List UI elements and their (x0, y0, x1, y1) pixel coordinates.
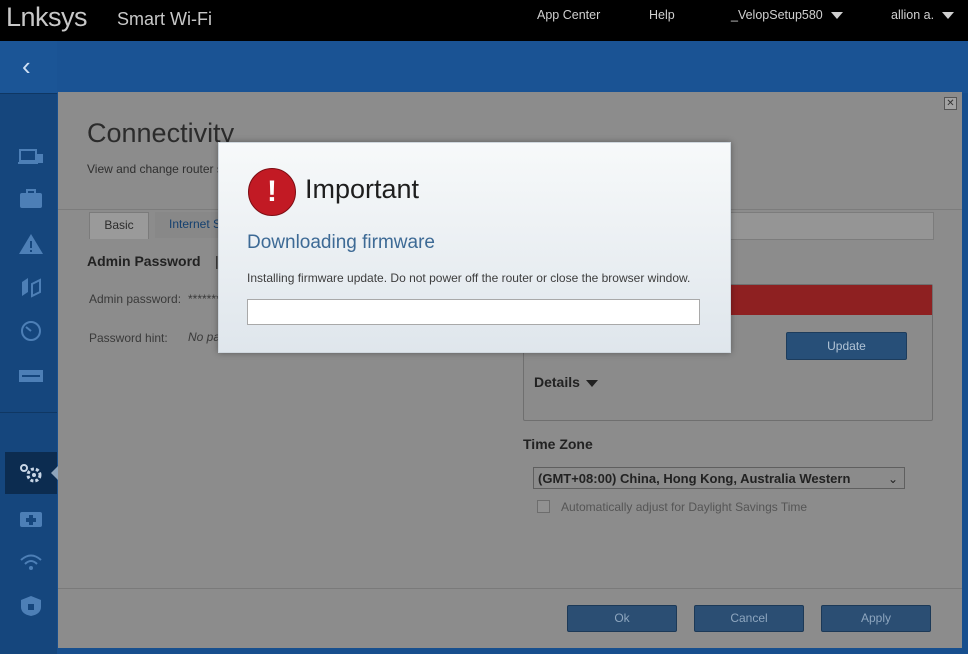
dialog-message: Installing firmware update. Do not power… (247, 271, 691, 285)
close-icon[interactable]: ✕ (944, 97, 957, 110)
chevron-down-icon (830, 12, 843, 20)
details-toggle[interactable]: Details (534, 374, 598, 390)
speed-test-icon[interactable] (18, 320, 44, 342)
chevron-down-icon (585, 379, 598, 387)
network-menu[interactable]: _VelopSetup580 (731, 8, 843, 22)
details-label: Details (534, 374, 580, 390)
external-storage-icon[interactable] (18, 365, 44, 387)
device-list-icon[interactable] (18, 146, 44, 168)
gear-icon (20, 464, 42, 483)
troubleshooting-icon[interactable] (18, 507, 44, 529)
back-button[interactable]: ‹ (0, 41, 57, 93)
admin-password-heading: Admin Password (87, 253, 201, 269)
dst-checkbox[interactable] (537, 500, 550, 513)
time-zone-select[interactable]: (GMT+08:00) China, Hong Kong, Australia … (533, 467, 905, 489)
password-hint-label: Password hint: (89, 331, 168, 345)
tab-strip-remaining (730, 212, 934, 240)
sidebar-divider (0, 412, 57, 413)
firmware-progress-bar (247, 299, 700, 325)
app-center-link[interactable]: App Center (537, 8, 600, 22)
firmware-alert-bar (730, 285, 932, 315)
help-link[interactable]: Help (649, 8, 675, 22)
sidebar-divider (0, 93, 57, 94)
linksys-logo: Lnksys (6, 2, 88, 32)
media-prioritization-icon[interactable] (18, 276, 44, 298)
footer-divider (58, 588, 962, 589)
dialog-subtitle: Downloading firmware (247, 232, 435, 253)
parental-controls-icon[interactable] (18, 233, 44, 255)
guest-access-icon[interactable] (18, 188, 44, 210)
product-name: Smart Wi-Fi (117, 9, 212, 29)
update-button[interactable]: Update (786, 332, 907, 360)
chevron-left-icon: ‹ (22, 51, 31, 81)
cancel-button[interactable]: Cancel (694, 605, 804, 632)
chevron-down-icon: ⌄ (887, 472, 898, 486)
page-title: Connectivity (87, 118, 235, 148)
exclamation-icon: ! (248, 168, 296, 216)
dst-label: Automatically adjust for Daylight Saving… (561, 500, 808, 514)
user-name: allion a. (891, 8, 935, 22)
apply-button[interactable]: Apply (821, 605, 931, 632)
dialog-title: Important (305, 174, 420, 204)
admin-password-value: ******* (188, 292, 221, 306)
time-zone-heading: Time Zone (523, 436, 593, 452)
network-name: _VelopSetup580 (731, 8, 823, 22)
wireless-icon[interactable] (18, 551, 44, 573)
security-icon[interactable] (18, 595, 44, 617)
time-zone-value: (GMT+08:00) China, Hong Kong, Australia … (538, 471, 851, 486)
top-bar: Lnksys Smart Wi-Fi App Center Help _Velo… (0, 0, 968, 41)
chevron-down-icon (942, 12, 955, 20)
admin-password-label: Admin password: (89, 292, 182, 306)
ok-button[interactable]: Ok (567, 605, 677, 632)
password-hint-value: No pa (188, 330, 221, 344)
user-menu[interactable]: allion a. (891, 8, 955, 22)
page-subtitle: View and change router s (87, 162, 223, 176)
tab-basic[interactable]: Basic (89, 212, 149, 239)
active-indicator (51, 466, 58, 480)
content-header-band (57, 41, 968, 93)
